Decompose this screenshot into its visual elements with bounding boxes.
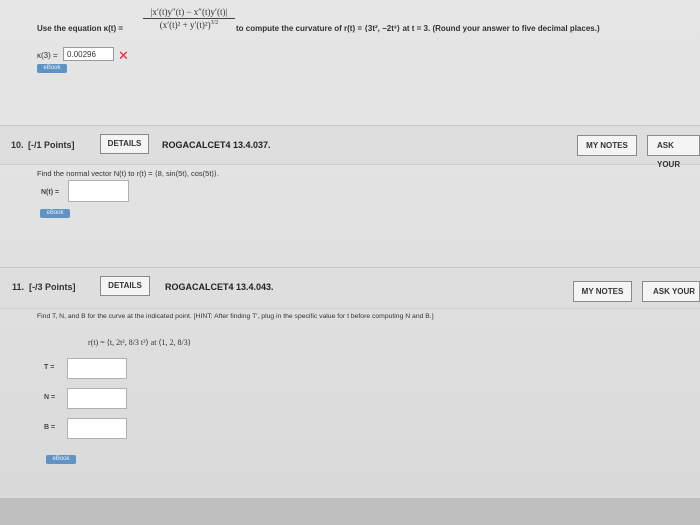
q11-binormal-input[interactable]	[67, 418, 127, 439]
q11-details-button[interactable]: DETAILS	[100, 276, 150, 296]
q10-points: [-/1 Points]	[28, 140, 75, 150]
q10-normal-vector-input[interactable]	[68, 180, 129, 202]
q9-formula-denominator: (x′(t)² + y′(t)²)3/2	[143, 19, 235, 30]
q11-tangent-input[interactable]	[67, 358, 127, 379]
q11-normal-input[interactable]	[67, 388, 127, 409]
q11-curve: r(t) = ⟨t, 2t², 8/3 t³⟩ at ⟨1, 2, 8/3⟩	[88, 338, 191, 347]
wrong-answer-icon: ✕	[118, 48, 129, 63]
q9-formula-den-text: (x′(t)² + y′(t)²)	[159, 20, 211, 30]
q11-number: 11.	[12, 282, 25, 292]
q10-prompt: Find the normal vector N(t) to r(t) = ⟨8…	[37, 169, 219, 178]
bottom-divider	[0, 498, 700, 525]
q10-number: 10.	[11, 140, 24, 150]
q11-points: [-/3 Points]	[29, 282, 76, 292]
q11-problem-code: ROGACALCET4 13.4.043.	[165, 282, 274, 292]
q10-problem-code: ROGACALCET4 13.4.037.	[162, 140, 271, 150]
q10-answer-label: N(t) =	[41, 189, 60, 196]
q9-intro: Use the equation κ(t) =	[37, 24, 124, 33]
q9-ebook-button[interactable]: eBook	[37, 64, 67, 73]
q9-formula-numerator: |x′(t)y″(t) − x″(t)y′(t)|	[143, 7, 235, 19]
q11-n-label: N =	[44, 394, 56, 401]
q11-t-label: T =	[44, 364, 55, 371]
q11-ask-teacher-button[interactable]: ASK YOUR	[642, 281, 700, 302]
q11-prompt: Find T, N, and B for the curve at the in…	[37, 313, 434, 320]
q9-formula: |x′(t)y″(t) − x″(t)y′(t)| (x′(t)² + y′(t…	[143, 7, 235, 30]
q9-tail: to compute the curvature of r(t) = ⟨3t²,…	[236, 24, 600, 33]
q11-b-label: B =	[44, 424, 56, 431]
assignment-page: Use the equation κ(t) = |x′(t)y″(t) − x″…	[0, 0, 700, 525]
q10-my-notes-button[interactable]: MY NOTES	[577, 135, 637, 156]
q9-answer-label: κ(3) =	[37, 51, 58, 60]
q9-answer-input[interactable]: 0.00296	[63, 47, 114, 61]
q10-ebook-button[interactable]: eBook	[40, 209, 70, 218]
q11-my-notes-button[interactable]: MY NOTES	[573, 281, 632, 302]
q10-details-button[interactable]: DETAILS	[100, 134, 149, 154]
q11-ebook-button[interactable]: eBook	[46, 455, 76, 464]
q9-formula-exponent: 3/2	[210, 20, 219, 26]
q10-ask-teacher-button[interactable]: ASK YOUR	[647, 135, 700, 169]
